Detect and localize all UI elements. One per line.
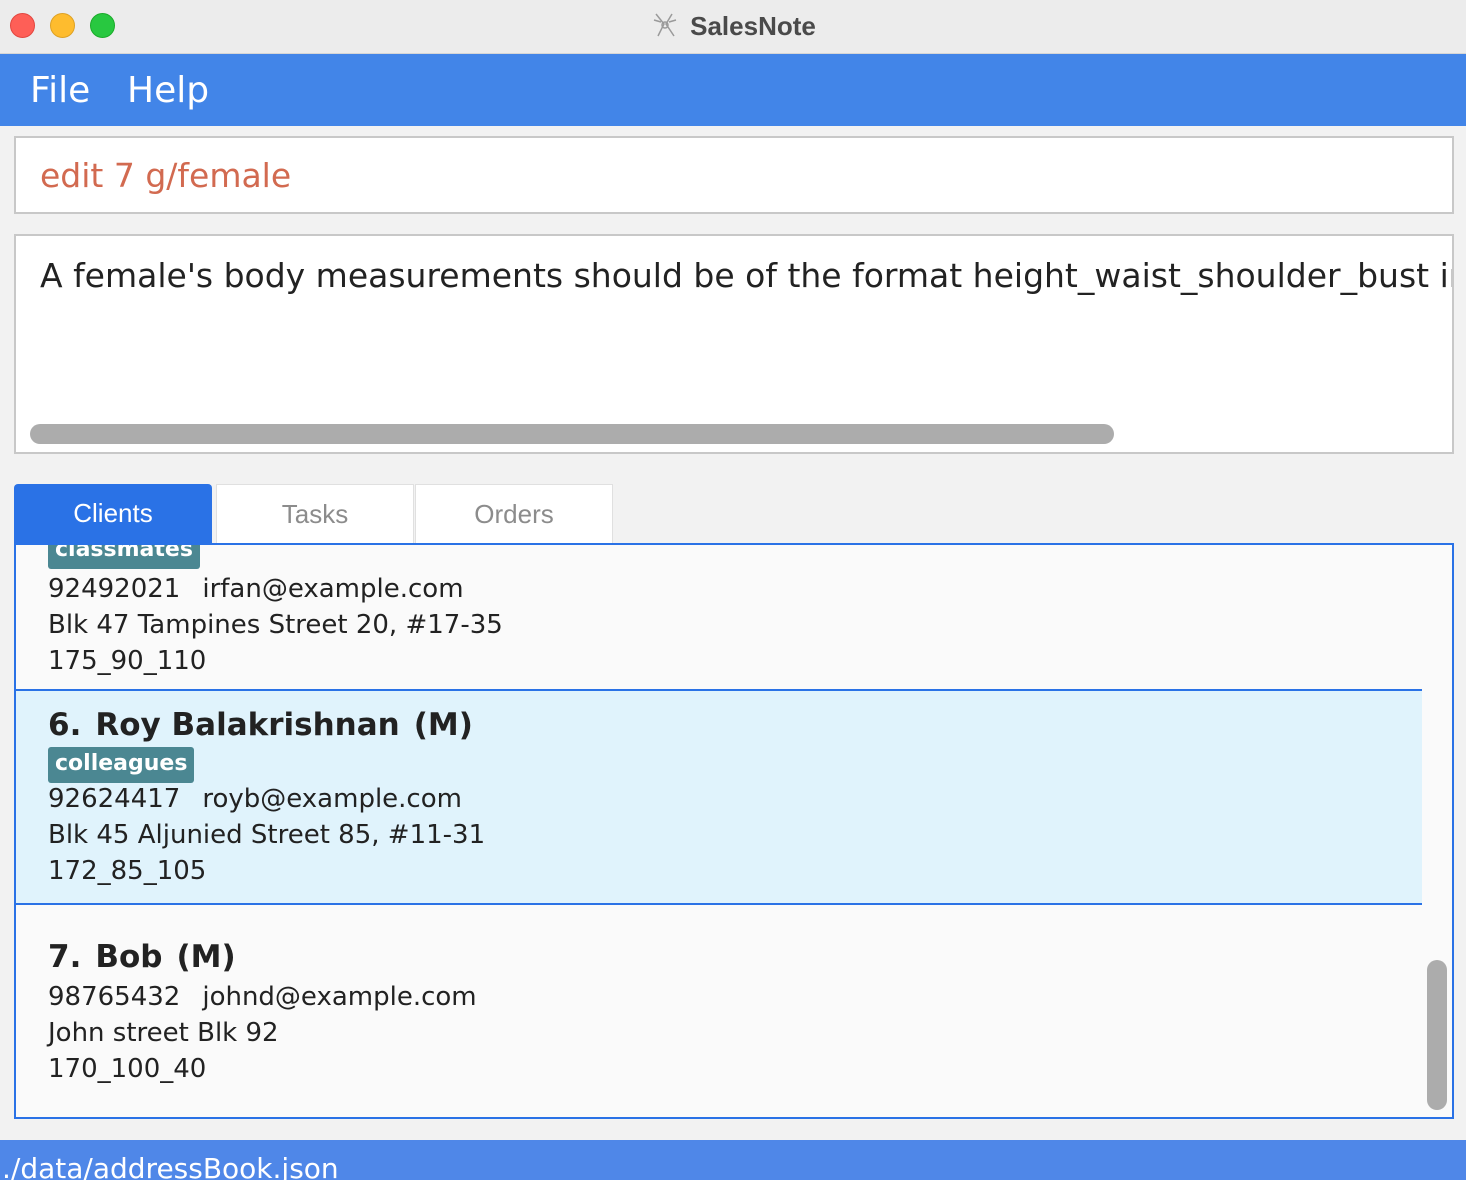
client-card[interactable]: classmates 92492021 irfan@example.com Blk… bbox=[16, 545, 1424, 691]
client-contact: 92624417 royb@example.com bbox=[48, 784, 462, 814]
window-title-container: SalesNote bbox=[0, 10, 1466, 42]
client-list[interactable]: classmates 92492021 irfan@example.com Blk… bbox=[14, 543, 1454, 1119]
client-measurements: 172_85_105 bbox=[48, 856, 207, 886]
result-message: A female's body measurements should be o… bbox=[40, 256, 1454, 295]
data-file-path: ./data/addressBook.json bbox=[2, 1152, 339, 1180]
menu-bar: File Help bbox=[0, 54, 1466, 126]
app-logo-icon bbox=[653, 13, 677, 37]
client-list-scroll-thumb[interactable] bbox=[1427, 960, 1447, 1110]
client-card-selected[interactable]: 6. Roy Balakrishnan (M) colleagues 9262441… bbox=[16, 691, 1424, 905]
client-name-row: 6. Roy Balakrishnan (M) bbox=[48, 707, 487, 743]
title-bar: SalesNote bbox=[0, 0, 1466, 54]
window-title: SalesNote bbox=[690, 11, 816, 41]
client-phone: 92492021 bbox=[48, 574, 181, 604]
command-input[interactable] bbox=[40, 156, 1420, 195]
client-gender: (M) bbox=[176, 939, 236, 975]
menu-file[interactable]: File bbox=[30, 70, 90, 111]
client-email: irfan@example.com bbox=[202, 574, 464, 604]
client-address: John street Blk 92 bbox=[48, 1018, 279, 1048]
client-contact: 92492021 irfan@example.com bbox=[48, 574, 464, 604]
client-address: Blk 45 Aljunied Street 85, #11-31 bbox=[48, 820, 486, 850]
client-index: 6. bbox=[48, 707, 82, 743]
client-tag: colleagues bbox=[48, 747, 195, 783]
client-email: royb@example.com bbox=[202, 784, 462, 814]
client-name: Roy Balakrishnan bbox=[95, 707, 400, 743]
client-email: johnd@example.com bbox=[202, 982, 477, 1012]
client-index: 7. bbox=[48, 939, 82, 975]
client-list-scrollbar[interactable] bbox=[1422, 545, 1452, 1117]
result-horizontal-scrollbar[interactable] bbox=[30, 424, 1114, 444]
client-name: Bob bbox=[95, 939, 163, 975]
status-bar: ./data/addressBook.json bbox=[0, 1140, 1466, 1180]
client-measurements: 175_90_110 bbox=[48, 646, 207, 676]
tab-tasks[interactable]: Tasks bbox=[216, 484, 414, 544]
client-contact: 98765432 johnd@example.com bbox=[48, 982, 477, 1012]
client-measurements: 170_100_40 bbox=[48, 1054, 207, 1084]
client-tag: classmates bbox=[48, 545, 200, 569]
client-gender: (M) bbox=[413, 707, 473, 743]
result-display: A female's body measurements should be o… bbox=[14, 234, 1454, 454]
tab-orders[interactable]: Orders bbox=[415, 484, 613, 544]
client-phone: 98765432 bbox=[48, 982, 181, 1012]
client-phone: 92624417 bbox=[48, 784, 181, 814]
command-box bbox=[14, 136, 1454, 214]
client-card[interactable]: 7. Bob (M) 98765432 johnd@example.com John … bbox=[16, 905, 1424, 1117]
client-name-row: 7. Bob (M) bbox=[48, 939, 250, 975]
menu-help[interactable]: Help bbox=[127, 70, 209, 111]
tab-clients[interactable]: Clients bbox=[14, 484, 212, 544]
client-address: Blk 47 Tampines Street 20, #17-35 bbox=[48, 610, 503, 640]
